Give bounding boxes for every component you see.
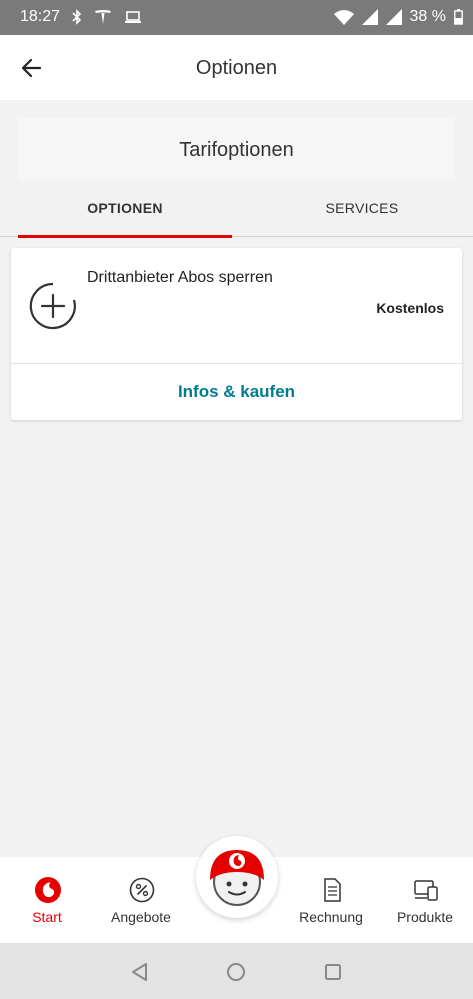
nav-produkte[interactable]: Produkte xyxy=(380,857,470,943)
signal-icon xyxy=(385,9,402,25)
tab-bar: OPTIONEN SERVICES xyxy=(0,180,473,238)
infos-kaufen-button[interactable]: Infos & kaufen xyxy=(11,364,462,420)
system-recents-icon[interactable] xyxy=(322,961,344,983)
tobi-assistant-button[interactable] xyxy=(196,836,278,918)
page-title: Optionen xyxy=(195,57,278,79)
nav-rechnung[interactable]: Rechnung xyxy=(286,857,376,943)
status-time: 18:27 xyxy=(20,8,61,25)
nav-angebote-label: Angebote xyxy=(111,909,171,925)
signal-icon xyxy=(361,9,378,25)
app-bar: Optionen xyxy=(0,35,473,100)
tab-services[interactable]: SERVICES xyxy=(252,180,472,237)
option-card: Drittanbieter Abos sperren Kostenlos Inf… xyxy=(11,248,462,420)
plus-circle-icon[interactable] xyxy=(29,282,77,330)
tab-optionen[interactable]: OPTIONEN xyxy=(18,180,232,238)
tarif-header: Tarifoptionen xyxy=(18,118,455,180)
document-icon xyxy=(324,878,341,902)
status-icons-left xyxy=(72,8,142,26)
tobi-assistant-icon xyxy=(210,850,264,906)
option-name: Drittanbieter Abos sperren xyxy=(87,269,273,286)
nav-start[interactable]: Start xyxy=(2,857,92,943)
nav-rechnung-label: Rechnung xyxy=(299,909,363,925)
system-home-icon[interactable] xyxy=(225,961,247,983)
nav-produkte-label: Produkte xyxy=(396,909,454,925)
battery-icon xyxy=(454,9,463,25)
battery-percent: 38 % xyxy=(409,8,446,25)
option-price: Kostenlos xyxy=(376,300,444,316)
wifi-icon xyxy=(333,10,354,25)
nav-angebote[interactable]: Angebote xyxy=(96,857,186,943)
system-nav-bar xyxy=(0,943,473,999)
nav-start-label: Start xyxy=(32,909,62,925)
tarif-header-label: Tarifoptionen xyxy=(179,139,294,161)
status-bar: 18:27 38 % xyxy=(0,0,473,35)
bluetooth-icon xyxy=(72,9,82,25)
percent-icon xyxy=(129,877,155,903)
devices-icon xyxy=(414,880,438,901)
vodafone-logo-icon xyxy=(35,877,61,903)
laptop-icon xyxy=(125,11,141,23)
status-icons-right: 38 % xyxy=(333,8,463,26)
system-back-icon[interactable] xyxy=(129,961,151,983)
tesla-icon xyxy=(95,10,111,24)
